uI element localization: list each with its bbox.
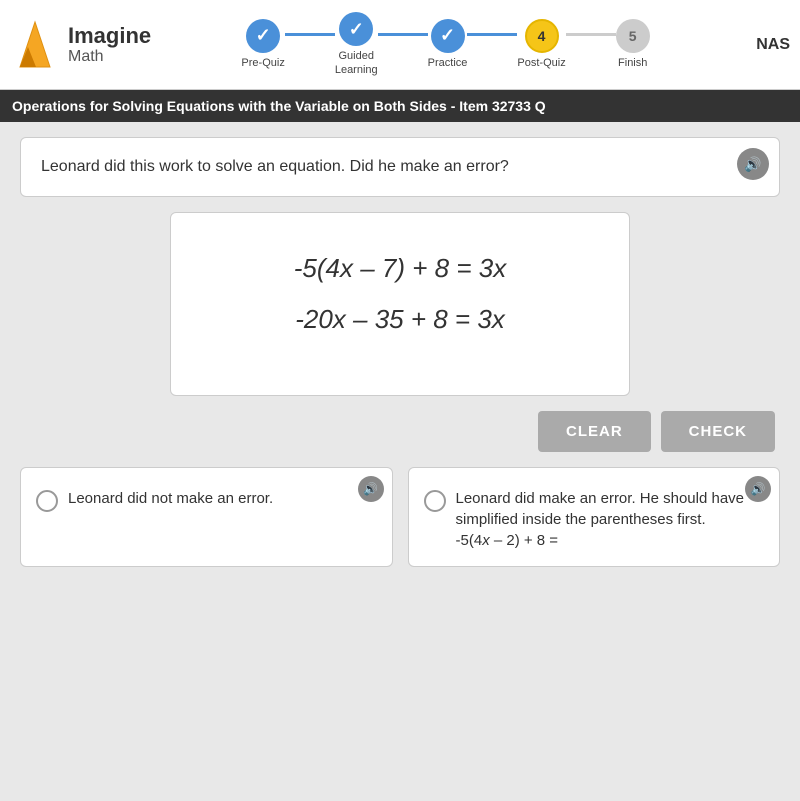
- step-label-post-quiz: Post-Quiz: [517, 57, 565, 70]
- step-pre-quiz: ✓ Pre-Quiz: [241, 19, 284, 70]
- step-finish: 5 Finish: [616, 19, 650, 70]
- action-buttons: CLEAR CHECK: [20, 411, 780, 452]
- main-content: Leonard did this work to solve an equati…: [0, 122, 800, 582]
- step-circle-finish: 5: [616, 19, 650, 53]
- option-b-radio[interactable]: [424, 490, 446, 512]
- step-circle-post-quiz: 4: [525, 19, 559, 53]
- step-circle-pre-quiz: ✓: [246, 19, 280, 53]
- step-circle-guided: ✓: [339, 12, 373, 46]
- clear-button[interactable]: CLEAR: [538, 411, 651, 452]
- logo-imagine-label: Imagine: [68, 24, 151, 48]
- logo-text: Imagine Math: [68, 24, 151, 66]
- title-bar: Operations for Solving Equations with th…: [0, 90, 800, 122]
- question-speaker-button[interactable]: 🔊: [737, 148, 769, 180]
- math-display-box: -5(4x – 7) + 8 = 3x -20x – 35 + 8 = 3x: [170, 212, 630, 396]
- step-label-guided: GuidedLearning: [335, 50, 378, 76]
- title-text: Operations for Solving Equations with th…: [12, 98, 546, 114]
- option-b-speaker-button[interactable]: 🔊: [745, 476, 771, 502]
- option-b-text: Leonard did make an error. He should hav…: [456, 488, 765, 551]
- answer-options: 🔊 Leonard did not make an error. 🔊 Leona…: [20, 467, 780, 567]
- check-button[interactable]: CHECK: [661, 411, 775, 452]
- option-a-radio[interactable]: [36, 490, 58, 512]
- answer-option-b: 🔊 Leonard did make an error. He should h…: [408, 467, 781, 567]
- option-b-radio-area: Leonard did make an error. He should hav…: [424, 488, 765, 551]
- option-a-speaker-button[interactable]: 🔊: [358, 476, 384, 502]
- step-label-finish: Finish: [618, 57, 647, 70]
- math-line-1: -5(4x – 7) + 8 = 3x: [191, 253, 609, 284]
- step-circle-practice: ✓: [431, 19, 465, 53]
- connector-3: [467, 33, 517, 36]
- option-a-radio-area: Leonard did not make an error.: [36, 488, 377, 512]
- connector-2: [378, 33, 428, 36]
- nas-label: NAS: [756, 36, 790, 53]
- step-practice: ✓ Practice: [428, 19, 468, 70]
- math-line-2: -20x – 35 + 8 = 3x: [191, 304, 609, 335]
- step-label-pre-quiz: Pre-Quiz: [241, 57, 284, 70]
- progress-bar: ✓ Pre-Quiz ✓ GuidedLearning ✓ Practice 4: [151, 12, 740, 76]
- option-a-text: Leonard did not make an error.: [68, 488, 273, 509]
- step-post-quiz: 4 Post-Quiz: [517, 19, 565, 70]
- step-label-practice: Practice: [428, 57, 468, 70]
- connector-1: [285, 33, 335, 36]
- step-guided-learning: ✓ GuidedLearning: [335, 12, 378, 76]
- logo-icon: [10, 17, 60, 72]
- answer-option-a: 🔊 Leonard did not make an error.: [20, 467, 393, 567]
- logo-area: Imagine Math: [10, 17, 151, 72]
- header: Imagine Math ✓ Pre-Quiz ✓ GuidedLearning…: [0, 0, 800, 90]
- nas-area: NAS: [740, 36, 790, 54]
- logo-math-label: Math: [68, 48, 151, 66]
- question-text: Leonard did this work to solve an equati…: [41, 158, 509, 175]
- connector-4: [566, 33, 616, 36]
- question-box: Leonard did this work to solve an equati…: [20, 137, 780, 197]
